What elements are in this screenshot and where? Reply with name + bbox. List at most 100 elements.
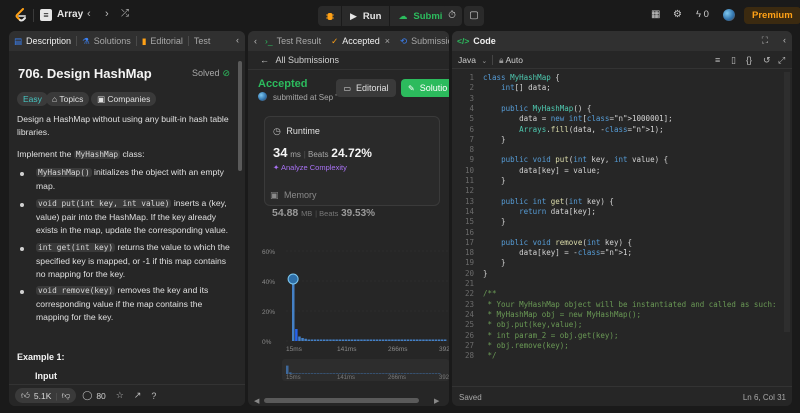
runtime-value: 34 <box>273 145 288 160</box>
code-line[interactable]: 24 * MyHashMap obj = new MyHashMap(); <box>452 310 792 320</box>
star-icon[interactable]: ☆ <box>116 390 124 401</box>
code-line[interactable]: 20} <box>452 269 792 279</box>
code-line[interactable]: 11 } <box>452 176 792 186</box>
code-line[interactable]: 22 /** <box>452 289 792 299</box>
solution-button[interactable]: ✎ Solutio <box>401 79 449 97</box>
code-text: * obj.put(key,value); <box>483 320 583 330</box>
scroll-thumb[interactable] <box>264 398 419 403</box>
code-line[interactable]: 8 <box>452 145 792 155</box>
code-tabs: </> Code ⛶ ‹ <box>452 31 792 51</box>
thumbs-down-icon[interactable]: 👎︎ <box>62 390 71 401</box>
code-line[interactable]: 7 } <box>452 135 792 145</box>
code-line[interactable]: 9 public void put(int key, int value) { <box>452 155 792 165</box>
all-submissions-link[interactable]: ← All Submissions <box>260 55 339 65</box>
mode-toggle[interactable]: 🔒︎ Auto <box>499 55 523 66</box>
layout-icon[interactable]: ▦ <box>651 9 660 20</box>
code-line[interactable]: 27 * obj.remove(key); <box>452 341 792 351</box>
leetcode-logo-icon[interactable] <box>14 8 28 23</box>
analyze-complexity-link[interactable]: ✦ Analyze Complexity <box>273 163 347 172</box>
debug-button[interactable] <box>318 6 342 26</box>
problem-title[interactable]: 706. Design HashMap <box>18 66 152 81</box>
code-line[interactable]: 4 public MyHashMap() { <box>452 104 792 114</box>
tab-submissions[interactable]: ⟲ Submissions <box>395 31 449 51</box>
tab-accepted[interactable]: ✓ Accepted × <box>326 31 395 51</box>
chevron-left-icon[interactable]: ‹ <box>236 35 239 45</box>
code-line[interactable]: 15 } <box>452 217 792 227</box>
code-line[interactable]: 23 * Your MyHashMap object will be insta… <box>452 300 792 310</box>
chart-bar <box>301 338 304 341</box>
share-icon[interactable]: ↗ <box>134 390 142 401</box>
code-line[interactable]: 6 Arrays.fill(data, -class="n">1); <box>452 125 792 135</box>
tab-solutions[interactable]: ⚗ Solutions <box>77 31 136 51</box>
code-line[interactable]: 12 <box>452 186 792 196</box>
editorial-button[interactable]: ▭ Editorial <box>336 79 396 97</box>
beats-label: Beats <box>319 209 339 218</box>
run-button[interactable]: ▶ Run <box>342 6 389 26</box>
timer-icon[interactable]: ⏱ <box>442 6 462 26</box>
editor-scrollbar[interactable] <box>784 72 790 387</box>
like-button[interactable]: 👍︎ 5.1K | 👎︎ <box>15 388 77 403</box>
memory-header[interactable]: ▣ Memory <box>270 190 317 201</box>
code-line[interactable]: 16 <box>452 228 792 238</box>
runtime-unit: ms <box>290 150 301 159</box>
code-line[interactable]: 3 <box>452 94 792 104</box>
fullscreen-icon[interactable]: ⤢ <box>778 55 785 66</box>
scrollbar[interactable] <box>238 61 242 171</box>
code-line[interactable]: 26 * int param_2 = obj.get(key); <box>452 331 792 341</box>
code-line[interactable]: 13 public int get(int key) { <box>452 197 792 207</box>
avatar[interactable] <box>723 9 735 21</box>
code-line[interactable]: 18 data[key] = -class="n">1; <box>452 248 792 258</box>
premium-button[interactable]: Premium <box>744 7 800 24</box>
scroll-left-icon[interactable]: ◀ <box>254 397 259 405</box>
chevron-left-icon[interactable]: ‹ <box>87 8 91 20</box>
code-line[interactable]: 28 */ <box>452 351 792 361</box>
streak-counter[interactable]: ϟ 0 <box>696 9 709 20</box>
code-line[interactable]: 2 int[] data; <box>452 83 792 93</box>
scroll-right-icon[interactable]: ▶ <box>434 397 439 405</box>
tab-description[interactable]: ▤ Description <box>9 31 76 51</box>
reset-icon[interactable]: ↺ <box>763 55 771 66</box>
code-line[interactable]: 17 public void remove(int key) { <box>452 238 792 248</box>
tab-test[interactable]: Test <box>189 31 216 51</box>
horizontal-scrollbar[interactable]: ◀ ▶ <box>248 395 449 406</box>
problem-list-title[interactable]: Array <box>57 9 83 20</box>
tab-code[interactable]: </> Code <box>452 31 501 51</box>
overview-bar <box>366 373 370 374</box>
help-icon[interactable]: ? <box>151 391 156 401</box>
companies-chip[interactable]: ▣ Companies <box>91 92 157 106</box>
code-line[interactable]: 1 class MyHashMap { <box>452 73 792 83</box>
code-line[interactable]: 21 <box>452 279 792 289</box>
shuffle-icon[interactable]: ⤮ <box>121 8 129 19</box>
code-editor[interactable]: 1 class MyHashMap {2 int[] data; 3 4 public… <box>452 73 782 373</box>
overview-bar <box>289 372 292 374</box>
gear-icon[interactable]: ⚙ <box>673 9 682 20</box>
braces-icon[interactable]: {} <box>746 55 752 65</box>
format-icon[interactable]: ≡ <box>715 55 720 65</box>
comment-icon[interactable]: ◯ <box>82 390 92 401</box>
chart-bar <box>326 339 329 341</box>
code-line[interactable]: 19 } <box>452 258 792 268</box>
code-line[interactable]: 14 return data[key]; <box>452 207 792 217</box>
tab-test-result[interactable]: ›_ Test Result <box>260 31 326 51</box>
comment-count: 80 <box>96 390 106 401</box>
tab-editorial[interactable]: ▮ Editorial <box>137 31 188 51</box>
close-icon[interactable]: × <box>385 36 390 46</box>
code-text: /** <box>483 289 497 299</box>
topics-chip[interactable]: ⌂ Topics <box>46 92 90 106</box>
language-select[interactable]: Java ⌄ <box>458 55 487 65</box>
runtime-distribution-chart[interactable]: 60% 40% 20% 0% 15ms 141ms 266ms 392ms 15ms 141ms 2… <box>256 236 449 396</box>
bullet-dot <box>20 247 24 251</box>
code-line[interactable]: 25 * obj.put(key,value); <box>452 320 792 330</box>
code-text: } <box>483 268 488 278</box>
bookmark-icon[interactable]: ▯ <box>731 55 736 66</box>
chevron-left-icon[interactable]: ‹ <box>783 35 786 45</box>
maximize-icon[interactable]: ⛶ <box>762 35 768 46</box>
note-icon[interactable]: ▢ <box>464 6 484 26</box>
code-line[interactable]: 10 data[key] = value; <box>452 166 792 176</box>
chevron-left-icon[interactable]: ‹ <box>248 36 260 46</box>
chart-bar <box>357 339 360 341</box>
chevron-right-icon[interactable]: › <box>105 8 109 20</box>
code-line[interactable]: 5 data = new int[class="n">1000001]; <box>452 114 792 124</box>
overview-tick-label: 141ms <box>337 375 355 381</box>
problem-list-icon[interactable]: ≡ <box>40 9 52 21</box>
